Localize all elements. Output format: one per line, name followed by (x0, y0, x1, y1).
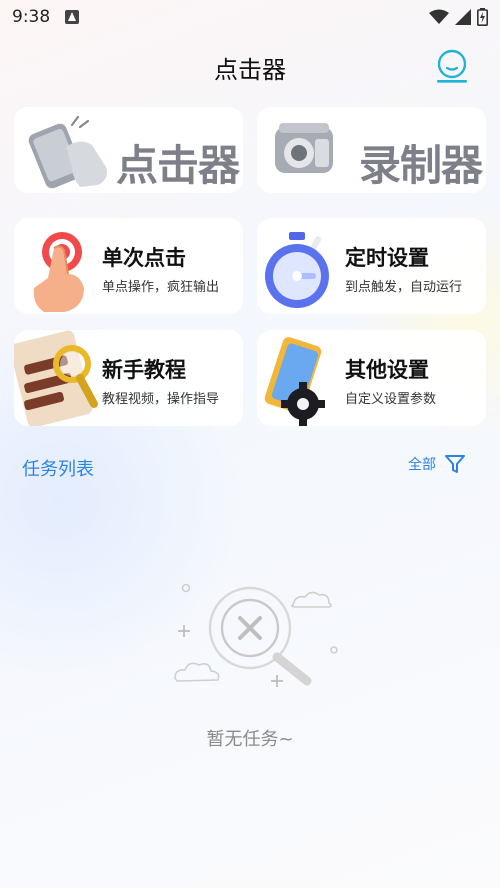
settings-gear-icon (264, 337, 325, 426)
feature-subtitle: 教程视频，操作指导 (102, 392, 220, 407)
feature-title: 新手教程 (102, 358, 186, 382)
stopwatch-icon (265, 232, 329, 308)
profile-button[interactable] (434, 48, 470, 84)
feature-title: 定时设置 (345, 246, 429, 270)
filter-icon (445, 455, 465, 473)
task-list-title: 任务列表 (22, 459, 94, 480)
clicker-banner[interactable]: 点击器 (14, 107, 243, 193)
status-time: 9:38 (12, 7, 51, 27)
feature-single-click[interactable]: 单次点击 单点操作，疯狂输出 (14, 218, 243, 314)
recorder-banner[interactable]: 录制器 (257, 107, 486, 193)
wifi-icon (429, 9, 449, 24)
feature-subtitle: 单点操作，疯狂输出 (102, 280, 220, 295)
tap-finger-icon (33, 232, 84, 312)
task-filter-label: 全部 (408, 457, 436, 473)
user-profile-icon (437, 49, 467, 83)
signal-icon (455, 9, 471, 25)
empty-state-text: 暂无任务~ (206, 729, 294, 750)
feature-tutorial[interactable]: 新手教程 教程视频，操作指导 (14, 330, 243, 426)
camera-icon (275, 123, 333, 173)
app-notification-icon (65, 10, 79, 24)
feature-subtitle: 自定义设置参数 (345, 392, 437, 407)
feature-other-settings[interactable]: 其他设置 自定义设置参数 (257, 330, 486, 426)
magnifier-book-icon (14, 330, 98, 426)
no-results-search-icon (174, 583, 338, 687)
battery-charging-icon (477, 8, 488, 26)
status-icons (429, 8, 488, 26)
feature-timer-settings[interactable]: 定时设置 到点触发，自动运行 (257, 218, 486, 314)
status-bar: 9:38 (0, 0, 500, 34)
banner-recorder-text: 录制器 (358, 141, 483, 190)
phone-tap-icon (28, 115, 107, 189)
feature-title: 其他设置 (345, 358, 429, 382)
feature-title: 单次点击 (102, 246, 186, 270)
page-title: 点击器 (214, 56, 286, 84)
feature-subtitle: 到点触发，自动运行 (345, 280, 463, 295)
task-filter-button[interactable]: 全部 (408, 453, 466, 475)
banner-clicker-text: 点击器 (115, 141, 240, 190)
